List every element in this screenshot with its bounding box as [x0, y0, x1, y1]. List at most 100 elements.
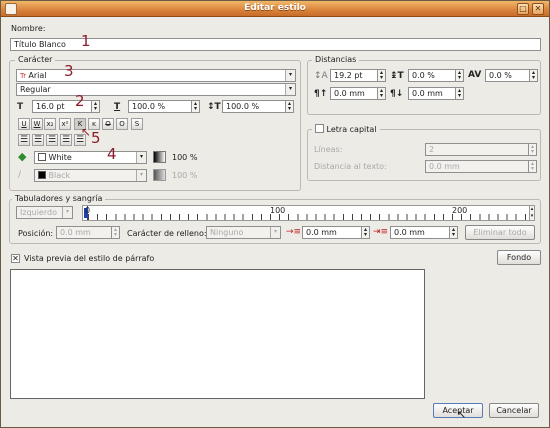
- align-center-button[interactable]: ☰: [32, 134, 44, 146]
- align-right-button[interactable]: ☰: [46, 134, 58, 146]
- left-indent-field[interactable]: 0.0 mm: [390, 226, 450, 239]
- font-size-spinner[interactable]: ▴ ▾: [91, 100, 100, 113]
- tab-position-spinner[interactable]: ▴ ▾: [111, 226, 120, 239]
- dropcap-lines-spinner[interactable]: ▴ ▾: [528, 143, 537, 156]
- ruler-label-100: 100: [270, 206, 286, 215]
- space-after-spinner[interactable]: ▴ ▾: [455, 87, 464, 100]
- ruler-scroll[interactable]: ▴ ▾: [529, 205, 535, 221]
- font-style-select[interactable]: Regular ▾: [16, 83, 296, 96]
- chevron-down-icon: ▾: [270, 227, 280, 238]
- annotation-2: 2: [75, 92, 85, 110]
- first-line-indent-spinner[interactable]: ▴ ▾: [361, 226, 370, 239]
- stroke-swatch: [38, 171, 46, 179]
- annotation-3: 3: [64, 62, 74, 80]
- scale-horizontal-spinner[interactable]: ▴ ▾: [191, 100, 200, 113]
- chevron-down-icon: ▾: [285, 70, 295, 81]
- underline-words-button[interactable]: W: [31, 118, 43, 130]
- stroke-color-select[interactable]: Black ▾: [34, 169, 147, 182]
- font-style-value: Regular: [20, 85, 51, 94]
- dropcap-offset-label: Distancia al texto:: [314, 162, 387, 171]
- tabs-group-title: Tabuladores y sangría: [12, 194, 106, 203]
- dropcap-checkbox[interactable]: [315, 124, 324, 133]
- preview-checkbox[interactable]: ✕: [11, 254, 20, 263]
- distances-group-title: Distancias: [312, 55, 360, 64]
- close-icon[interactable]: ✕: [532, 3, 544, 15]
- align-left-button[interactable]: ☰: [18, 134, 30, 146]
- space-after-field[interactable]: 0.0 mm: [408, 87, 456, 100]
- stroke-shade-value: 100 %: [172, 171, 198, 180]
- character-group-title: Carácter: [15, 55, 56, 64]
- chevron-down-icon: ▾: [136, 152, 146, 163]
- scale-vertical-field[interactable]: 100.0 %: [222, 100, 286, 113]
- chevron-down-icon: ▾: [136, 170, 146, 181]
- space-before-spinner[interactable]: ▴ ▾: [377, 87, 386, 100]
- ruler-label-0: 0: [85, 206, 91, 215]
- dropcap-offset-field[interactable]: 0.0 mm: [425, 160, 529, 173]
- annotation-1: 1: [81, 32, 91, 50]
- subscript-button[interactable]: x₂: [44, 118, 56, 130]
- line-spacing-icon: ↕A: [314, 71, 328, 81]
- space-after-icon: ¶↓: [390, 89, 404, 99]
- space-before-icon: ¶↑: [314, 89, 328, 99]
- fill-shade-value: 100 %: [172, 153, 198, 162]
- fill-color-select[interactable]: White ▾: [34, 151, 147, 164]
- maximize-icon[interactable]: □: [517, 3, 529, 15]
- stroke-color-icon: /: [18, 170, 22, 180]
- shadow-button[interactable]: S: [131, 118, 143, 130]
- dropcap-lines-field[interactable]: 2: [425, 143, 529, 156]
- ruler-label-200: 200: [452, 206, 468, 215]
- font-family-select[interactable]: Tr Arial ▾: [16, 69, 296, 82]
- title-bar: Editar estilo □ ✕: [1, 1, 549, 17]
- align-justify-button[interactable]: ☰: [60, 134, 72, 146]
- space-before-field[interactable]: 0.0 mm: [330, 87, 378, 100]
- tab-ruler[interactable]: 0 100 200: [82, 205, 531, 221]
- fill-shade-gradient[interactable]: [153, 151, 166, 163]
- strikethrough-button[interactable]: O: [102, 118, 114, 130]
- fill-char-label: Carácter de relleno:: [127, 229, 207, 238]
- delete-all-button[interactable]: Eliminar todo: [465, 225, 535, 240]
- dropcap-header: Letra capital: [312, 124, 380, 134]
- fill-color-icon: ◆: [18, 150, 27, 163]
- scale-vertical-spinner[interactable]: ▴ ▾: [285, 100, 294, 113]
- space-above-spinner[interactable]: ▴ ▾: [455, 69, 464, 82]
- first-line-indent-icon: →≡: [286, 227, 302, 237]
- cancel-button[interactable]: Cancelar: [489, 403, 539, 418]
- fill-char-select[interactable]: Ninguno ▾: [206, 226, 281, 239]
- stroke-shade-gradient[interactable]: [153, 169, 166, 181]
- name-label: Nombre:: [11, 24, 46, 33]
- fill-color-value: White: [48, 153, 72, 162]
- line-spacing-spinner[interactable]: ▴ ▾: [377, 69, 386, 82]
- scale-horizontal-icon: T: [114, 102, 121, 112]
- outline-button[interactable]: O: [116, 118, 128, 130]
- font-size-icon: T: [17, 102, 24, 112]
- tab-alignment-value: Izquierdo: [20, 208, 57, 217]
- line-spacing-field[interactable]: 19.2 pt: [330, 69, 378, 82]
- align-forced-button[interactable]: ☰: [74, 134, 86, 146]
- annotation-5: 5: [91, 129, 101, 147]
- left-indent-spinner[interactable]: ▴ ▾: [449, 226, 458, 239]
- space-above-icon: ↨T: [390, 71, 404, 81]
- first-line-indent-field[interactable]: 0.0 mm: [302, 226, 362, 239]
- tracking-spinner[interactable]: ▴ ▾: [529, 69, 538, 82]
- space-above-field[interactable]: 0.0 %: [408, 69, 456, 82]
- dropcap-offset-spinner[interactable]: ▴ ▾: [528, 160, 537, 173]
- font-family-value: Arial: [28, 71, 47, 80]
- tab-position-field[interactable]: 0.0 mm: [56, 226, 112, 239]
- fill-swatch: [38, 153, 46, 161]
- edit-style-dialog: Editar estilo □ ✕ Nombre: Título Blanco …: [0, 0, 550, 428]
- fill-char-value: Ninguno: [210, 228, 244, 237]
- underline-button[interactable]: U: [18, 118, 30, 130]
- scale-horizontal-field[interactable]: 100.0 %: [128, 100, 192, 113]
- mouse-cursor-icon: ↖: [457, 408, 467, 421]
- left-indent-icon: ⇥≡: [373, 227, 389, 237]
- chevron-down-icon: ▾: [62, 207, 72, 218]
- tracking-field[interactable]: 0.0 %: [485, 69, 530, 82]
- tab-alignment-select[interactable]: Izquierdo ▾: [16, 206, 73, 219]
- background-button[interactable]: Fondo: [497, 250, 541, 265]
- window-title: Editar estilo: [244, 3, 306, 13]
- dropcap-lines-label: Líneas:: [314, 145, 343, 154]
- annotation-4: 4: [107, 145, 117, 163]
- superscript-button[interactable]: x²: [59, 118, 71, 130]
- position-label: Posición:: [18, 229, 54, 238]
- preview-area: [10, 269, 425, 399]
